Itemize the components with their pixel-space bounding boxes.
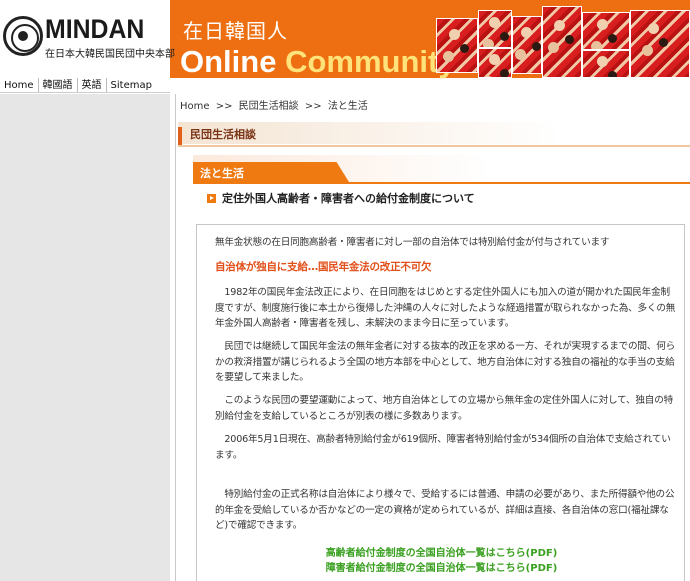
photo-cheering-1 [436,18,478,73]
section-divider [178,145,690,147]
nav-home[interactable]: Home [0,78,39,92]
site-title-en-part2: Community [285,44,456,79]
header-photo-collage [436,6,690,78]
site-title-jp: 在日韓国人 [183,19,288,43]
photo-cheering-6 [582,12,630,50]
subsection-divider [193,182,690,184]
arrow-bullet-icon [207,193,216,203]
article-paragraph: このような民団の要望運動によって、地方自治体としての立場から無年金の定住外国人に… [215,395,673,422]
section-accent-bar [178,127,182,145]
article-paragraph: 民団では継続して国民年金法の無年金者に対する抜本的改正を求める一方、それが実現す… [215,341,676,383]
site-title-en-part1: Online [180,44,277,79]
nav-sitemap[interactable]: Sitemap [107,78,156,92]
site-title-en: Online Community [180,44,456,80]
pdf-link-elderly[interactable]: 高齢者給付金制度の全国自治体一覧はこちら(PDF) [197,544,686,559]
logo-text: MINDAN [45,14,145,44]
mindan-seal-icon [3,16,43,56]
pdf-link-disabled[interactable]: 障害者給付金制度の全国自治体一覧はこちら(PDF) [197,559,686,574]
article-body: 無年金状態の在日同胞高齢者・障害者に対し一部の自治体では特別給付金が付与されてい… [196,224,685,581]
content-divider [175,94,176,581]
article-title-row: 定住外国人高齢者・障害者への給付金制度について [207,190,475,206]
section-title: 民団生活相談 [190,128,256,141]
nav-english[interactable]: 英語 [78,78,107,92]
photo-cheering-4 [512,16,542,74]
article-paragraph: 1982年の国民年金法改正により、在日同胞をはじめとする定住外国人にも加入の道が… [215,287,676,329]
site-header: MINDAN 在日本大韓民国民団中央本部 在日韓国人 Online Commun… [0,0,690,80]
mindan-logo[interactable]: MINDAN 在日本大韓民国民団中央本部 [0,0,175,78]
article-lead: 無年金状態の在日同胞高齢者・障害者に対し一部の自治体では特別給付金が付与されてい… [215,237,610,248]
logo-subtext: 在日本大韓民国民団中央本部 [45,49,175,60]
section-header: 民団生活相談 [178,122,690,145]
breadcrumb-home[interactable]: Home [180,101,210,112]
breadcrumb-separator: >> [215,101,233,112]
breadcrumb-separator: >> [304,101,322,112]
photo-cheering-3 [478,48,512,78]
article-paragraph: 2006年5月1日現在、高齢者特別給付金が619個所、障害者特別給付金が534個… [215,434,671,461]
article-paragraph: 特別給付金の正式名称は自治体により様々で、受給するには普通、申請の必要があり、ま… [215,489,675,531]
subsection-title: 法と生活 [200,167,244,180]
breadcrumb: Home >> 民団生活相談 >> 法と生活 [180,97,371,112]
left-sidebar [0,94,170,581]
article-subhead: 自治体が独自に支給…国民年金法の改正不可欠 [215,261,432,273]
photo-cheering-8 [630,10,690,78]
photo-cheering-5 [542,6,582,78]
nav-korean[interactable]: 韓國語 [39,78,78,92]
top-navigation: Home 韓國語 英語 Sitemap [0,78,170,93]
article-title: 定住外国人高齢者・障害者への給付金制度について [222,192,475,205]
photo-cheering-2 [478,10,512,48]
breadcrumb-life-consultation[interactable]: 民団生活相談 [239,101,299,112]
breadcrumb-law-and-life: 法と生活 [327,101,368,112]
photo-cheering-7 [582,50,630,78]
